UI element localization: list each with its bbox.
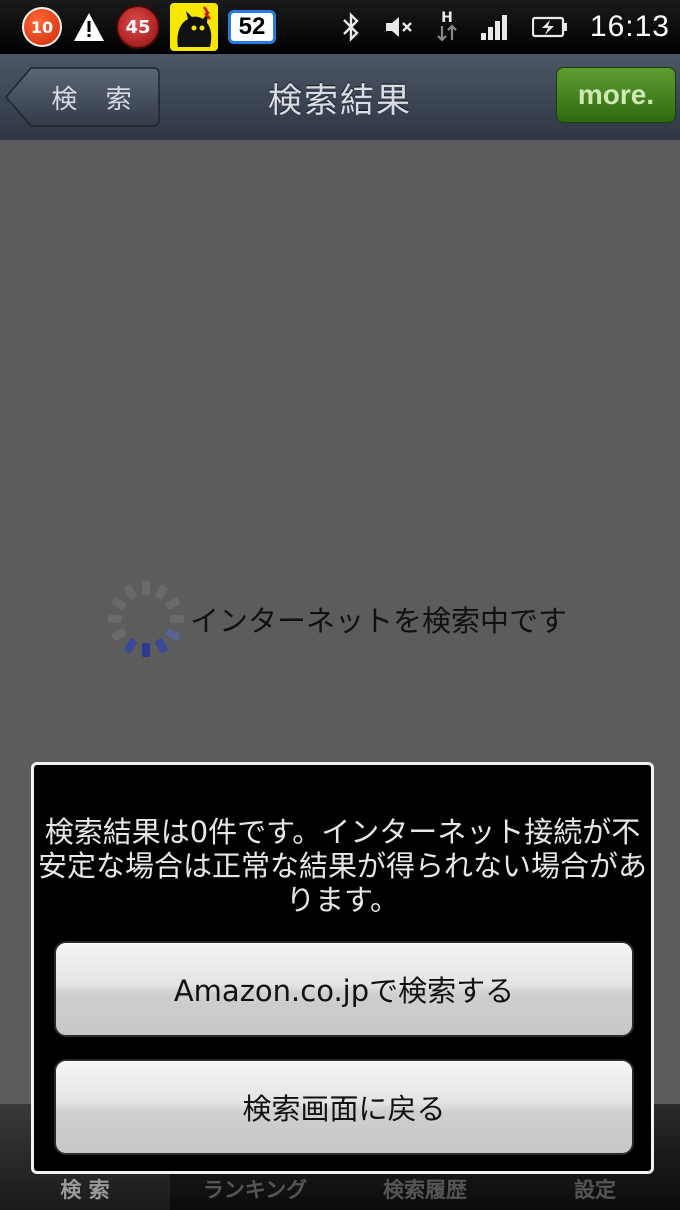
battery-charging-icon: [531, 15, 568, 39]
back-button[interactable]: 検 索: [5, 67, 160, 127]
temperature-icon[interactable]: 45: [116, 5, 160, 49]
system-icons: H 16:13: [340, 10, 670, 44]
battery-widget[interactable]: 52: [228, 10, 276, 44]
loading-text: インターネットを検索中です: [190, 604, 568, 638]
tab-label: 設定: [574, 1178, 616, 1202]
back-to-search-button[interactable]: 検索画面に戻る: [54, 1059, 634, 1155]
more-button[interactable]: more.: [556, 67, 676, 123]
search-amazon-button[interactable]: Amazon.co.jpで検索する: [54, 941, 634, 1037]
loading-indicator: インターネットを検索中です: [104, 577, 567, 661]
no-results-dialog: 検索結果は0件です。インターネット接続が不安定な場合は正常な結果が得られない場合…: [31, 762, 654, 1174]
network-type-icon: H: [436, 10, 458, 42]
notification-count-badge[interactable]: 10: [22, 7, 62, 47]
tab-label: 検索履歴: [383, 1178, 467, 1202]
dialog-message: 検索結果は0件です。インターネット接続が不安定な場合は正常な結果が得られない場合…: [38, 815, 648, 917]
bluetooth-icon: [340, 11, 362, 43]
tab-label: 検 索: [60, 1178, 110, 1202]
notification-icons: 10 45 52: [22, 3, 276, 51]
title-bar: 検 索 検索結果 more.: [0, 54, 680, 140]
status-bar: 10 45 52 H 16:13: [0, 0, 680, 54]
cat-app-icon[interactable]: [170, 3, 218, 51]
back-button-label: 検 索: [51, 84, 142, 115]
spinner-icon: [108, 581, 184, 657]
clock: 16:13: [589, 10, 670, 43]
warning-icon[interactable]: [72, 11, 106, 43]
signal-icon: [480, 13, 510, 41]
tab-label: ランキング: [202, 1178, 308, 1202]
volume-mute-icon: [384, 15, 414, 39]
network-type-label: H: [441, 10, 453, 26]
temperature-value: 45: [125, 16, 151, 38]
